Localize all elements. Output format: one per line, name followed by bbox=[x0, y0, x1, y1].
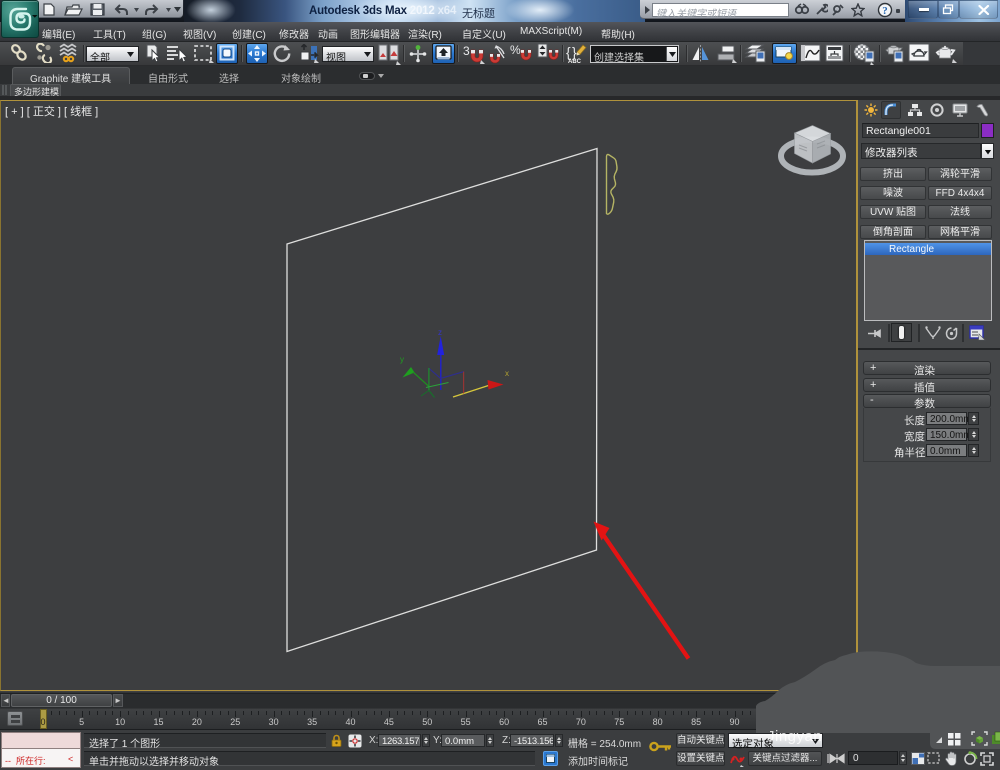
svg-text:?: ? bbox=[882, 5, 888, 17]
svg-text:y: y bbox=[400, 355, 404, 364]
svg-text:x: x bbox=[505, 369, 509, 378]
svg-text:{: { bbox=[566, 44, 571, 60]
svg-text:z: z bbox=[438, 328, 442, 337]
svg-text:}: } bbox=[572, 44, 577, 60]
svg-text:ABC: ABC bbox=[568, 59, 582, 65]
